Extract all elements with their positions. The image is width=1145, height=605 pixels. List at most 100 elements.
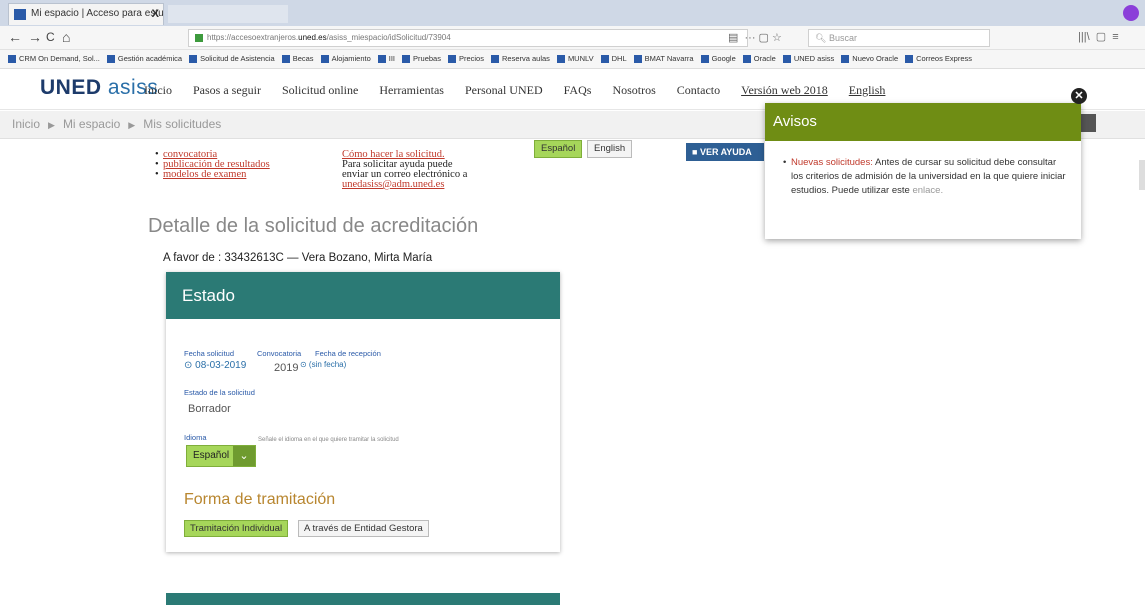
breadcrumb-item[interactable]: Mis solicitudes xyxy=(143,117,221,131)
scrollbar[interactable] xyxy=(1139,160,1145,190)
ver-ayuda-button[interactable]: ■ VER AYUDA xyxy=(686,143,764,161)
bookmark-icon xyxy=(905,55,914,64)
background-tab[interactable] xyxy=(168,5,288,23)
idioma-select[interactable]: Español ⌄ xyxy=(186,445,256,467)
bookmark-item[interactable]: Precios xyxy=(447,50,484,68)
avisos-header: Avisos xyxy=(765,103,1081,141)
menu-item[interactable]: Inicio xyxy=(144,83,172,98)
fecha-solicitud-label: Fecha solicitud xyxy=(184,349,235,358)
idioma-hint: Señale el idioma en el que quiere tramit… xyxy=(258,437,399,443)
browser-tabbar: Mi espacio | Acceso para estud X xyxy=(0,0,1145,26)
bookmark-item[interactable]: Gestión académica xyxy=(106,50,182,68)
bookmark-icon xyxy=(447,55,456,64)
menu-link[interactable]: Versión web 2018 xyxy=(741,83,828,98)
bookmark-icon xyxy=(490,55,499,64)
header-widget[interactable] xyxy=(1080,114,1096,132)
bookmark-icon xyxy=(281,55,290,64)
bookmark-item[interactable]: Google xyxy=(700,50,736,68)
forma-tramitacion-title: Forma de tramitación xyxy=(184,491,336,508)
menu-link[interactable]: English xyxy=(849,83,886,98)
reload-button[interactable]: C xyxy=(46,30,55,44)
bookmark-item[interactable]: Pruebas xyxy=(402,50,441,68)
bookmark-item[interactable]: Alojamiento xyxy=(320,50,371,68)
fecha-solicitud-value: ⊙ 08-03-2019 xyxy=(184,360,247,371)
lang-es-button[interactable]: Español xyxy=(534,140,583,158)
estado-solicitud-value: Borrador xyxy=(188,403,231,415)
menu-item[interactable]: Personal UNED xyxy=(465,83,543,98)
menu-item[interactable]: Solicitud online xyxy=(282,83,358,98)
bookmark-item[interactable]: Becas xyxy=(281,50,314,68)
bookmark-item[interactable]: Oracle xyxy=(742,50,776,68)
avisos-link[interactable]: enlace. xyxy=(912,185,943,196)
avisos-message: Nuevas solicitudes: Antes de cursar su s… xyxy=(765,141,1081,198)
estado-solicitud-label: Estado de la solicitud xyxy=(184,388,255,397)
menu-item[interactable]: Contacto xyxy=(677,83,720,98)
page-root: Mi espacio | Acceso para estud X ← → C ⌂… xyxy=(0,0,1145,605)
entidad-gestora-button[interactable]: A través de Entidad Gestora xyxy=(298,520,429,537)
bookmark-icon xyxy=(8,55,16,64)
page-actions-icon[interactable]: ▤ ··· ▢ ☆ xyxy=(728,31,782,44)
bookmark-item[interactable]: UNED asiss xyxy=(782,50,834,68)
bookmark-icon xyxy=(742,55,751,64)
chevron-down-icon: ⌄ xyxy=(233,446,255,466)
page-title: Detalle de la solicitud de acreditación xyxy=(148,215,479,237)
bookmark-item[interactable]: BMAT Navarra xyxy=(633,50,694,68)
bookmark-icon xyxy=(377,55,386,64)
breadcrumb-separator-icon: ▶ xyxy=(48,120,55,130)
bookmark-icon xyxy=(782,55,791,64)
bookmark-item[interactable]: Correos Express xyxy=(905,50,972,68)
bookmark-item[interactable]: Reserva aulas xyxy=(490,50,550,68)
profile-icon[interactable] xyxy=(1123,5,1139,21)
tramitacion-individual-button[interactable]: Tramitación Individual xyxy=(184,520,289,537)
breadcrumb-separator-icon: ▶ xyxy=(128,120,136,130)
breadcrumb-item[interactable]: Inicio xyxy=(12,117,40,131)
bookmarks-bar: CRM On Demand, Sol... Gestión académica So… xyxy=(0,50,1145,69)
convocatoria-label: Convocatoria xyxy=(257,349,302,358)
menu-item[interactable]: FAQs xyxy=(564,83,592,98)
bookmark-icon xyxy=(700,55,709,64)
link-modelos-examen[interactable]: modelos de examen xyxy=(155,169,270,180)
close-tab-icon[interactable]: X xyxy=(152,4,159,24)
browser-navbar: ← → C ⌂ https://accesoextranjeros.uned.e… xyxy=(0,26,1145,50)
bookmark-icon xyxy=(402,55,411,64)
tab-title: Mi espacio | Acceso para estud xyxy=(31,8,164,19)
forward-button[interactable]: → xyxy=(28,29,42,45)
applicant-info: A favor de : 33432613C — Vera Bozano, Mi… xyxy=(163,252,433,264)
bookmark-icon xyxy=(841,55,850,64)
breadcrumb-item[interactable]: Mi espacio xyxy=(63,117,120,131)
bookmark-icon xyxy=(600,55,609,64)
bookmark-icon xyxy=(189,55,198,64)
uned-favicon-icon xyxy=(14,9,26,20)
convocatoria-value: 2019 xyxy=(274,362,299,374)
bookmark-icon xyxy=(320,55,329,64)
bookmark-item[interactable]: MUNLV xyxy=(556,50,594,68)
help-info: Cómo hacer la solicitud. Para solicitar … xyxy=(342,149,468,190)
bookmark-item[interactable]: DHL xyxy=(600,50,627,68)
search-input[interactable]: 🔍︎ Buscar xyxy=(808,29,990,47)
main-menu: Inicio Pasos a seguir Solicitud online Herr… xyxy=(144,83,906,98)
avisos-popup: Avisos Nuevas solicitudes: Antes de curs… xyxy=(765,103,1081,239)
estado-card: Estado Fecha solicitud Convocatoria Fech… xyxy=(166,272,560,552)
menu-item[interactable]: Pasos a seguir xyxy=(193,83,261,98)
bookmark-item[interactable]: Nuevo Oracle xyxy=(841,50,898,68)
bookmark-item[interactable]: CRM On Demand, Sol... xyxy=(8,50,100,68)
bookmark-item[interactable]: III xyxy=(377,50,395,68)
bookmark-item[interactable]: Solicitud de Asistencia xyxy=(189,50,275,68)
address-bar[interactable]: https://accesoextranjeros.uned.es/asiss_… xyxy=(188,29,748,47)
lock-icon xyxy=(195,33,203,42)
menu-icon[interactable]: |||\ ▢ ≡ xyxy=(1078,30,1119,43)
close-popup-icon[interactable]: ✕ xyxy=(1071,88,1087,104)
idioma-label: Idioma xyxy=(184,433,207,442)
next-card-header xyxy=(166,593,560,605)
uned-asiss-logo[interactable]: UNED asiss xyxy=(40,76,158,100)
home-button[interactable]: ⌂ xyxy=(62,29,70,45)
back-button[interactable]: ← xyxy=(8,29,22,45)
menu-item[interactable]: Nosotros xyxy=(612,83,655,98)
bookmark-icon xyxy=(106,55,115,64)
bookmark-icon xyxy=(633,55,642,64)
bookmark-icon xyxy=(556,55,565,64)
lang-en-button[interactable]: English xyxy=(587,140,633,158)
browser-tab[interactable]: Mi espacio | Acceso para estud X xyxy=(8,3,164,25)
email-link[interactable]: unedasiss@adm.uned.es xyxy=(342,179,467,190)
menu-item[interactable]: Herramientas xyxy=(379,83,444,98)
